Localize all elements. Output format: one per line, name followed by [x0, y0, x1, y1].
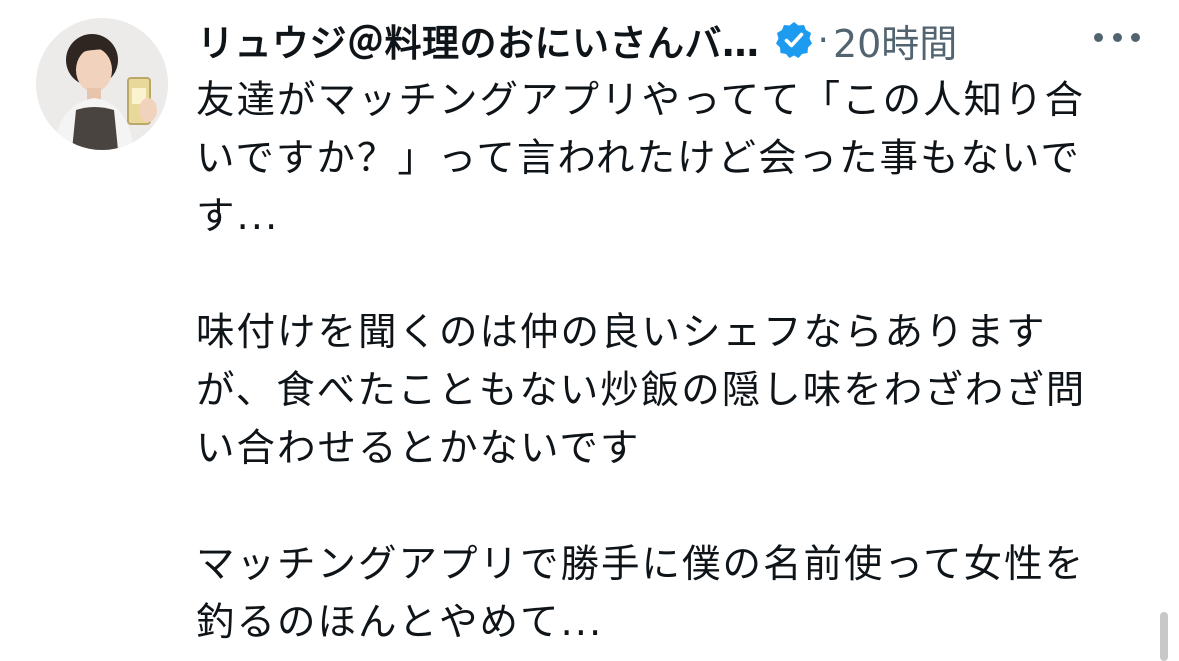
tweet-paragraph: 友達がマッチングアプリやってて「この人知り合 いですか？」って言われたけど会った…: [196, 78, 1086, 239]
header-separator: ·: [817, 19, 829, 61]
timestamp[interactable]: 20時間: [833, 13, 957, 68]
more-dot: [1094, 32, 1103, 42]
display-name[interactable]: リュウジ＠料理のおにいさんバ…: [197, 13, 760, 67]
more-options-icon[interactable]: [1094, 22, 1140, 52]
verified-badge-icon: [774, 20, 814, 60]
more-dot: [1131, 32, 1140, 42]
tweet-paragraph: マッチングアプリで勝手に僕の名前使って女性を 釣るのほんとやめて...: [196, 542, 1086, 645]
avatar[interactable]: [36, 18, 168, 150]
tweet-paragraph: 味付けを聞くのは仲の良いシェフならあります が、食べたこともない炒飯の隠し味をわ…: [196, 310, 1087, 471]
tweet-header: リュウジ＠料理のおにいさんバ… · 20時間: [197, 12, 957, 68]
more-dot: [1112, 32, 1122, 42]
scrollbar-thumb[interactable]: [1160, 612, 1168, 661]
avatar-photo: [36, 18, 168, 150]
tweet-text: 友達がマッチングアプリやってて「この人知り合 いですか？」って言われたけど会った…: [196, 72, 1146, 652]
